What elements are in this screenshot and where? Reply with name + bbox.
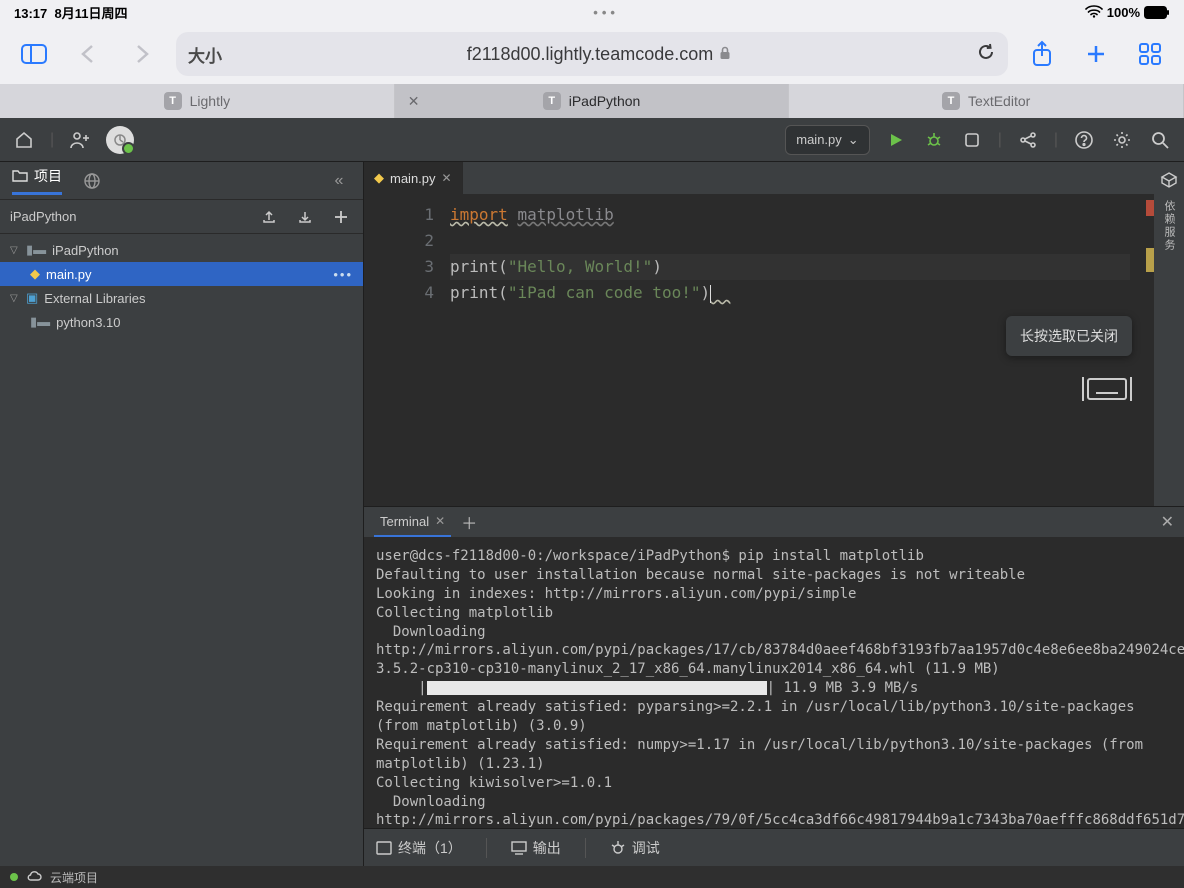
editor-tab-bar: ◆ main.py ✕	[364, 162, 1154, 194]
collapse-sidebar-button[interactable]: «	[327, 169, 351, 193]
forward-button[interactable]	[122, 34, 162, 74]
home-button[interactable]	[12, 128, 36, 152]
status-time: 13:17	[14, 6, 47, 21]
progress-bar	[427, 681, 767, 695]
tree-file-mainpy[interactable]: ◆main.py•••	[0, 262, 363, 286]
tool-output[interactable]: 输出	[511, 838, 561, 858]
text-size-button[interactable]: 大小	[188, 42, 222, 67]
library-icon: ▣	[26, 290, 38, 306]
line-gutter: 1 2 3 4	[364, 194, 450, 506]
terminal-tab[interactable]: Terminal ✕	[374, 507, 451, 537]
avatar[interactable]	[106, 126, 134, 154]
terminal-tab-bar: Terminal ✕ ＋ ✕	[364, 507, 1184, 537]
sidebar-tab-label: 项目	[34, 166, 62, 186]
battery-icon	[1144, 6, 1170, 19]
folder-icon	[12, 168, 28, 185]
project-name: iPadPython	[10, 209, 77, 224]
stop-button[interactable]	[960, 128, 984, 152]
minimap[interactable]	[1130, 194, 1154, 506]
share-button[interactable]	[1022, 34, 1062, 74]
status-text: 云端项目	[50, 869, 98, 886]
sidebar-toggle-button[interactable]	[14, 34, 54, 74]
close-panel-button[interactable]: ✕	[1161, 512, 1174, 532]
sidebar-tab-project[interactable]: 项目	[12, 166, 62, 195]
settings-button[interactable]	[1110, 128, 1134, 152]
editor-tab-mainpy[interactable]: ◆ main.py ✕	[364, 162, 463, 194]
new-terminal-button[interactable]: ＋	[461, 510, 477, 534]
folder-icon: ▮▬	[26, 242, 46, 258]
cloud-icon	[26, 870, 42, 885]
tab-favicon: T	[942, 92, 960, 110]
invite-button[interactable]	[68, 128, 92, 152]
chevron-down-icon: ⌄	[848, 132, 859, 148]
debug-button[interactable]	[922, 128, 946, 152]
tree-external-libraries[interactable]: ▽▣External Libraries	[0, 286, 363, 310]
upload-button[interactable]	[257, 205, 281, 229]
status-date: 8月11日周四	[54, 6, 127, 21]
tab-favicon: T	[164, 92, 182, 110]
tab-label: Lightly	[190, 93, 230, 109]
lock-icon	[719, 44, 731, 65]
tab-label: TextEditor	[968, 93, 1030, 109]
editor-pane: ◆ main.py ✕ 1 2 3 4 import m	[364, 162, 1184, 866]
more-icon[interactable]: •••	[333, 267, 353, 282]
tree-python310[interactable]: ▮▬python3.10	[0, 310, 363, 334]
services-icon[interactable]	[1157, 168, 1181, 192]
url-text: f2118d00.lightly.teamcode.com	[467, 44, 713, 65]
folder-icon: ▮▬	[30, 314, 50, 330]
tool-debug[interactable]: 调试	[610, 838, 660, 858]
ipad-status-bar: 13:17 8月11日周四 ••• 100%	[0, 0, 1184, 24]
address-bar[interactable]: 大小 f2118d00.lightly.teamcode.com	[176, 32, 1008, 76]
python-file-icon: ◆	[30, 266, 40, 282]
multitask-dots[interactable]: •••	[127, 5, 1084, 20]
run-button[interactable]	[884, 128, 908, 152]
safari-toolbar: 大小 f2118d00.lightly.teamcode.com	[0, 24, 1184, 84]
browser-tab-texteditor[interactable]: T TextEditor	[789, 84, 1184, 118]
help-button[interactable]	[1072, 128, 1096, 152]
tool-terminal[interactable]: 终端（1）	[376, 838, 462, 858]
wifi-icon	[1085, 4, 1103, 21]
bottom-tool-bar: 终端（1） 输出 调试	[364, 828, 1184, 866]
status-dot-icon	[10, 873, 18, 881]
keyboard-button[interactable]	[1082, 374, 1132, 408]
sidebar-tab-web[interactable]	[80, 169, 104, 193]
terminal-tab-label: Terminal	[380, 514, 429, 529]
right-rail: 依赖服务	[1154, 162, 1184, 506]
file-tree: ▽▮▬iPadPython ◆main.py••• ▽▣External Lib…	[0, 234, 363, 866]
selection-toast: 长按选取已关闭	[1006, 316, 1132, 356]
battery-pct: 100%	[1107, 5, 1140, 20]
search-button[interactable]	[1148, 128, 1172, 152]
download-button[interactable]	[293, 205, 317, 229]
browser-tab-ipadpython[interactable]: ✕ T iPadPython	[395, 84, 790, 118]
terminal-panel: Terminal ✕ ＋ ✕ user@dcs-f2118d00-0:/work…	[364, 506, 1184, 866]
ide-toolbar: | main.py ⌄ | |	[0, 118, 1184, 162]
browser-tab-strip: T Lightly ✕ T iPadPython T TextEditor	[0, 84, 1184, 118]
tree-folder-root[interactable]: ▽▮▬iPadPython	[0, 238, 363, 262]
tab-overview-button[interactable]	[1130, 34, 1170, 74]
tab-favicon: T	[543, 92, 561, 110]
project-title-bar: iPadPython	[0, 200, 363, 234]
sidebar-header: 项目 «	[0, 162, 363, 200]
code-editor[interactable]: 1 2 3 4 import matplotlib print("Hello, …	[364, 194, 1154, 506]
ide-status-bar: 云端项目	[0, 866, 1184, 888]
run-config-select[interactable]: main.py ⌄	[785, 125, 869, 155]
editor-tab-label: main.py	[390, 171, 436, 186]
tab-label: iPadPython	[569, 93, 641, 109]
python-file-icon: ◆	[374, 170, 384, 186]
rail-label[interactable]: 依赖服务	[1161, 200, 1177, 252]
browser-tab-lightly[interactable]: T Lightly	[0, 84, 395, 118]
back-button[interactable]	[68, 34, 108, 74]
file-pill-label: main.py	[796, 132, 842, 147]
ide-root: | main.py ⌄ | | 项目 «	[0, 118, 1184, 888]
reload-button[interactable]	[976, 42, 996, 67]
editor-tab-close[interactable]: ✕	[442, 171, 452, 185]
sidebar: 项目 « iPadPython ▽▮▬iPadPython ◆main.py••…	[0, 162, 364, 866]
new-tab-button[interactable]	[1076, 34, 1116, 74]
add-button[interactable]	[329, 205, 353, 229]
terminal-tab-close[interactable]: ✕	[435, 514, 445, 528]
share-graph-button[interactable]	[1016, 128, 1040, 152]
terminal-output[interactable]: user@dcs-f2118d00-0:/workspace/iPadPytho…	[364, 537, 1184, 828]
tab-close-button[interactable]: ✕	[405, 92, 423, 110]
